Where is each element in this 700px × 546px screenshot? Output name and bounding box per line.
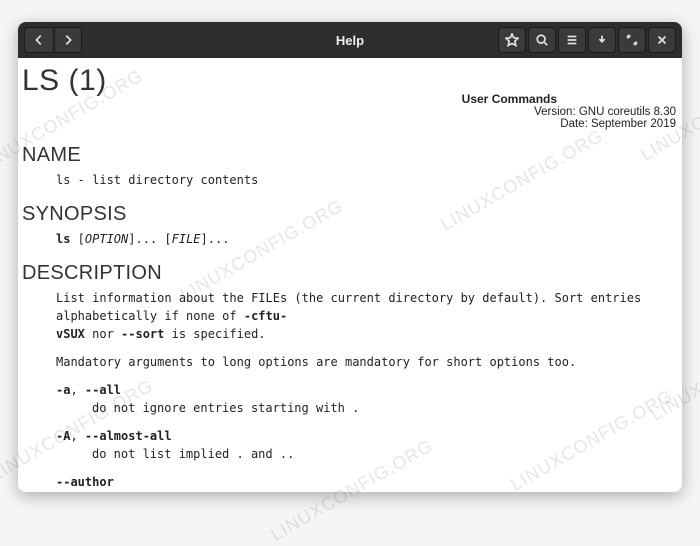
opt-flag: --almost-all (85, 429, 172, 443)
hamburger-icon (565, 33, 579, 47)
maximize-button[interactable] (618, 27, 646, 53)
option-a: -a, --all do not ignore entries starting… (18, 381, 682, 417)
opt-desc: with -l, print the author of each file (56, 491, 670, 492)
page-title: LS (1) (18, 64, 337, 98)
maximize-icon (625, 33, 639, 47)
description-para2: Mandatory arguments to long options are … (18, 353, 682, 371)
opt-flag: --all (85, 383, 121, 397)
section-name-heading: NAME (18, 144, 682, 167)
synopsis-option: OPTION (85, 232, 128, 246)
synopsis-cmd: ls (56, 232, 70, 246)
close-button[interactable] (648, 27, 676, 53)
option-author: --author with -l, print the author of ea… (18, 473, 682, 492)
manpage-content[interactable]: LS (1) User Commands Version: GNU coreut… (18, 58, 682, 492)
section-description-heading: DESCRIPTION (18, 262, 682, 285)
opt-desc: do not list implied . and .. (56, 445, 670, 463)
opt-flag: -a (56, 383, 70, 397)
minimize-icon (595, 33, 609, 47)
search-button[interactable] (528, 27, 556, 53)
synopsis-file: FILE (172, 232, 201, 246)
minimize-button[interactable] (588, 27, 616, 53)
help-window: Help LS (1) (18, 22, 682, 492)
opt-flag: --author (56, 475, 114, 489)
section-synopsis-text: ls [OPTION]... [FILE]... (18, 230, 682, 248)
opt-desc: do not ignore entries starting with . (56, 399, 670, 417)
desc-text: List information about the FILEs (the cu… (56, 291, 641, 323)
arrow-right-icon (61, 33, 75, 47)
opt-flag: -A (56, 429, 70, 443)
description-para1: List information about the FILEs (the cu… (18, 289, 682, 343)
desc-flag: vSUX (56, 327, 85, 341)
section-synopsis-heading: SYNOPSIS (18, 203, 682, 226)
star-icon (505, 33, 519, 47)
option-A: -A, --almost-all do not list implied . a… (18, 427, 682, 463)
desc-flag: -cftu- (244, 309, 287, 323)
forward-button[interactable] (54, 27, 82, 53)
back-button[interactable] (24, 27, 52, 53)
man-category: User Commands (337, 92, 682, 106)
desc-text: nor (85, 327, 121, 341)
man-date: Date: September 2019 (337, 118, 682, 130)
man-version: Version: GNU coreutils 8.30 (337, 106, 682, 118)
arrow-left-icon (32, 33, 46, 47)
close-icon (655, 33, 669, 47)
desc-flag: --sort (121, 327, 164, 341)
bookmark-button[interactable] (498, 27, 526, 53)
section-name-text: ls - list directory contents (18, 171, 682, 189)
menu-button[interactable] (558, 27, 586, 53)
titlebar: Help (18, 22, 682, 58)
search-icon (535, 33, 549, 47)
desc-text: is specified. (164, 327, 265, 341)
